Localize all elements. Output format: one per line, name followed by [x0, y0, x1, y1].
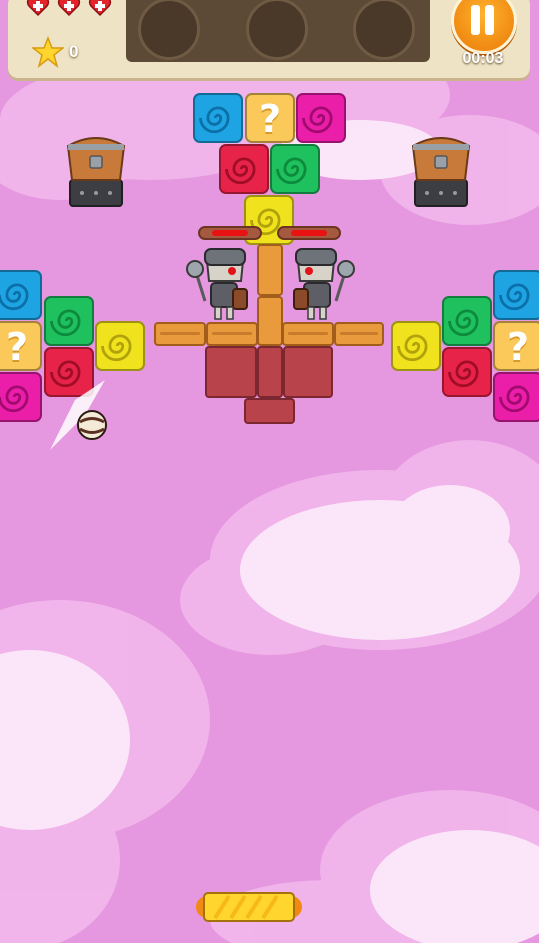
hud-panel: 0 00:03 [8, 0, 530, 78]
skeleton-warrior-icon [293, 248, 355, 320]
skeleton-warrior-icon [186, 248, 248, 320]
timer: 00:03 [462, 50, 504, 67]
pause-icon [485, 5, 494, 35]
question-block: ? [245, 93, 295, 143]
enemy-health-bar [277, 226, 341, 240]
stone-brick [257, 346, 283, 398]
green-swirl-block [44, 296, 94, 346]
game-stage[interactable]: 0 00:03 ? ? ? [0, 0, 539, 943]
question-mark-icon: ? [5, 325, 29, 369]
treasure-chest-icon [66, 137, 126, 207]
magenta-swirl-block [493, 372, 539, 422]
wood-plank [206, 322, 258, 346]
ball-icon [77, 410, 107, 440]
treasure-chest-icon [411, 137, 471, 207]
blue-swirl-block [493, 270, 539, 320]
star-icon [32, 36, 64, 68]
question-block: ? [493, 321, 539, 371]
heart-icon [26, 0, 50, 17]
yellow-swirl-block [391, 321, 441, 371]
stone-brick [283, 346, 333, 398]
collection-slot [246, 0, 308, 60]
collection-slot [353, 0, 415, 60]
heart-icon [88, 0, 112, 17]
collection-slots [126, 0, 430, 62]
heart-icon [57, 0, 81, 17]
magenta-swirl-block [0, 372, 42, 422]
wood-plank [154, 322, 206, 346]
green-swirl-block [442, 296, 492, 346]
stone-brick [205, 346, 257, 398]
question-mark-icon: ? [258, 97, 282, 141]
question-block: ? [0, 321, 42, 371]
pause-icon [471, 5, 480, 35]
pause-button[interactable] [451, 0, 517, 54]
wood-plank [282, 322, 334, 346]
red-swirl-block [442, 347, 492, 397]
collection-slot [138, 0, 200, 60]
green-swirl-block [270, 144, 320, 194]
blue-swirl-block [193, 93, 243, 143]
question-mark-icon: ? [506, 325, 530, 369]
enemy-health-bar [198, 226, 262, 240]
magenta-swirl-block [296, 93, 346, 143]
red-swirl-block [219, 144, 269, 194]
wood-plank [334, 322, 384, 346]
star-count: 0 [69, 42, 79, 61]
blue-swirl-block [0, 270, 42, 320]
paddle[interactable] [195, 890, 303, 924]
stone-brick [244, 398, 295, 424]
